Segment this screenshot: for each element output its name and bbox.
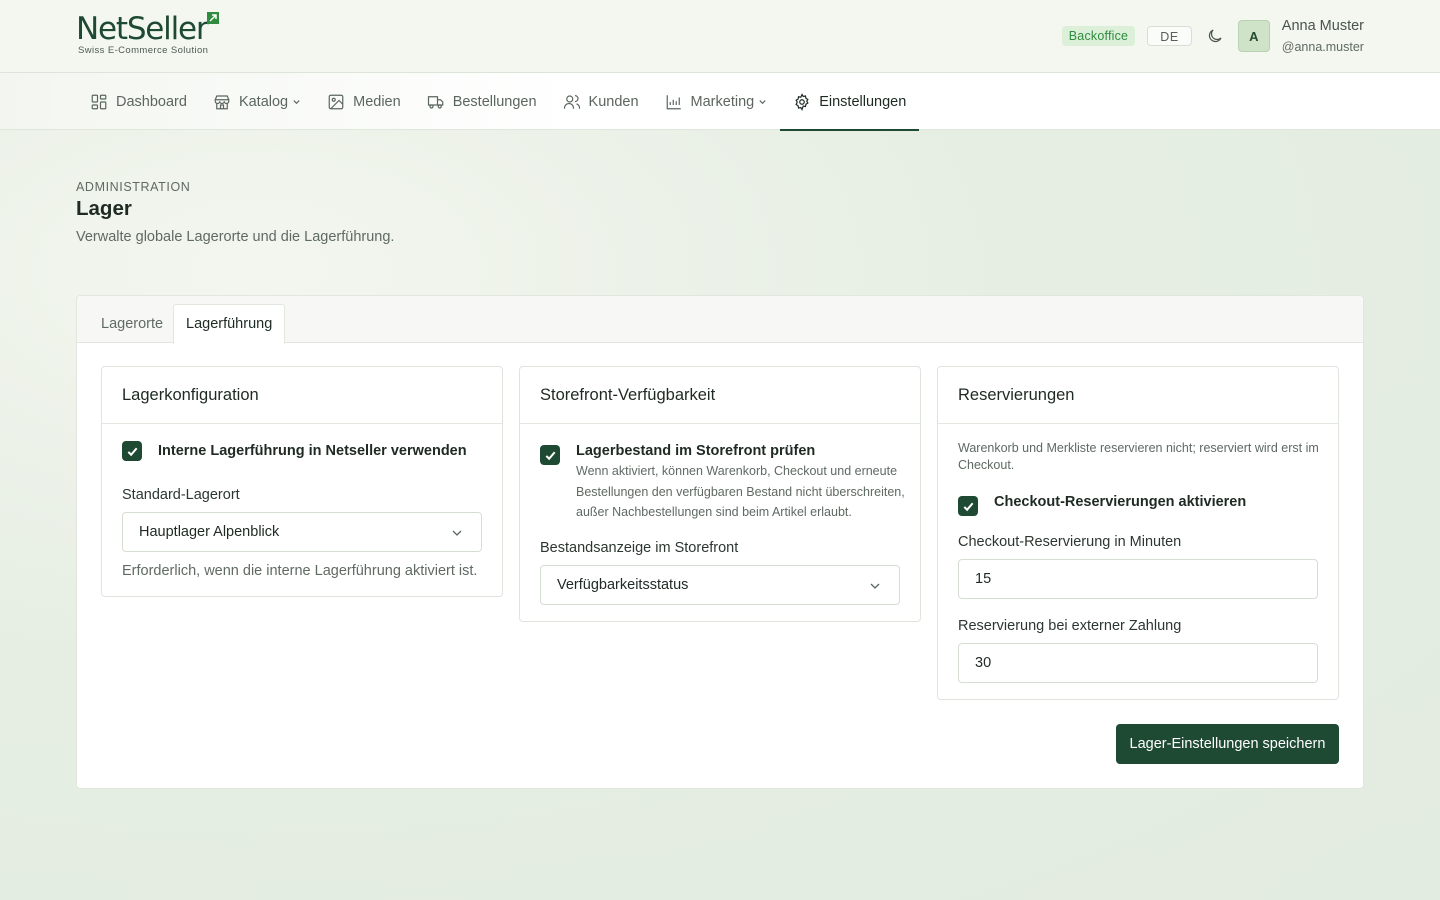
logo-tagline: Swiss E-Commerce Solution [78,45,209,56]
field-hint: Erforderlich, wenn die interne Lagerführ… [122,563,478,579]
checkbox-help: Wenn aktiviert, können Warenkorb, Checko… [576,464,905,519]
logo-wordmark: NetSeller [76,11,209,47]
nav-item-bestellungen[interactable]: Bestellungen [414,73,550,130]
field-label: Reservierung bei externer Zahlung [958,618,1182,634]
user-handle: @anna.muster [1281,39,1364,54]
chevron-down-icon [293,100,300,105]
checkout-reservation-checkbox[interactable] [958,496,978,516]
settings-card: Lagerorte Lagerführung Lagerkonfiguratio… [76,295,1364,789]
nav-label: Medien [353,93,401,110]
chart-icon [666,94,681,109]
users-icon [563,94,580,109]
field-label: Bestandsanzeige im Storefront [540,540,739,556]
header-actions: Backoffice DE A Anna Muster @anna.muster [1061,17,1364,56]
avatar[interactable]: A [1237,20,1270,52]
page-eyebrow: ADMINISTRATION [76,180,191,194]
panel-reservierungen: Reservierungen Warenkorb und Merkliste r… [937,366,1339,700]
select-value: Verfügbarkeitsstatus [557,577,689,593]
image-icon [328,94,344,109]
reservation-note: Warenkorb und Merkliste reservieren nich… [958,441,1319,472]
external-payment-input[interactable]: 30 [958,643,1318,683]
check-icon [127,447,137,456]
nav-label: Kunden [588,93,639,110]
nav-item-medien[interactable]: Medien [314,73,414,130]
default-location-select[interactable]: Hauptlager Alpenblick [122,512,482,552]
tab-lagerfuehrung[interactable]: Lagerführung [173,304,286,344]
top-header: NetSeller Swiss E-Commerce Solution Back… [0,0,1440,73]
chevron-down-icon [759,100,766,105]
page-title: Lager [76,197,132,220]
nav-label: Einstellungen [819,93,907,110]
select-value: Hauptlager Alpenblick [139,524,280,540]
checkbox-label: Lagerbestand im Storefront prüfen [576,443,816,459]
nav-label: Marketing [690,93,755,110]
store-icon [214,94,230,109]
nav-label: Dashboard [116,93,187,110]
nav-item-einstellungen[interactable]: Einstellungen [780,73,920,131]
moon-icon[interactable] [1206,27,1224,45]
nav-item-dashboard[interactable]: Dashboard [77,73,200,130]
panel-lagerkonfiguration: Lagerkonfiguration Interne Lagerführung … [101,366,503,597]
chevron-down-icon [452,530,462,536]
panel-title: Lagerkonfiguration [102,367,502,424]
leaf-icon [207,12,219,24]
panel-storefront: Storefront-Verfügbarkeit Lagerbestand im… [519,366,921,622]
input-value: 30 [975,655,992,671]
nav-label: Katalog [238,93,289,110]
chevron-down-icon [870,583,880,589]
netseller-logo[interactable]: NetSeller Swiss E-Commerce Solution [76,12,236,58]
tab-lagerorte[interactable]: Lagerorte [89,304,175,344]
check-icon [545,451,555,460]
internal-stock-checkbox[interactable] [122,441,142,461]
input-value: 15 [975,571,992,587]
language-switcher[interactable]: DE [1147,26,1192,46]
save-button[interactable]: Lager-Einstellungen speichern [1116,724,1339,764]
panel-title: Storefront-Verfügbarkeit [520,367,920,424]
checkbox-label: Interne Lagerführung in Netseller verwen… [158,443,467,459]
storefront-stock-checkbox[interactable] [540,445,560,465]
panel-title: Reservierungen [938,367,1338,424]
field-label: Checkout-Reservierung in Minuten [958,534,1182,550]
tab-bar: Lagerorte Lagerführung [77,296,1363,344]
nav-label: Bestellungen [452,93,537,110]
nav-item-marketing[interactable]: Marketing [652,73,781,130]
dashboard-icon [91,94,107,109]
field-label: Standard-Lagerort [122,487,240,503]
backoffice-badge: Backoffice [1061,26,1136,46]
gear-icon [795,92,809,111]
checkbox-label: Checkout-Reservierungen aktivieren [994,494,1247,510]
user-info[interactable]: Anna Muster @anna.muster [1282,17,1364,56]
nav-item-kunden[interactable]: Kunden [550,73,652,130]
truck-icon [427,95,444,109]
user-name: Anna Muster [1281,17,1364,34]
stock-display-select[interactable]: Verfügbarkeitsstatus [540,565,900,605]
page-description: Verwalte globale Lagerorte und die Lager… [76,229,395,245]
nav-item-katalog[interactable]: Katalog [200,73,314,130]
main-navigation: Dashboard Katalog Medien Bestellungen Ku… [0,73,1440,131]
check-icon [963,502,973,511]
checkout-minutes-input[interactable]: 15 [958,559,1318,599]
